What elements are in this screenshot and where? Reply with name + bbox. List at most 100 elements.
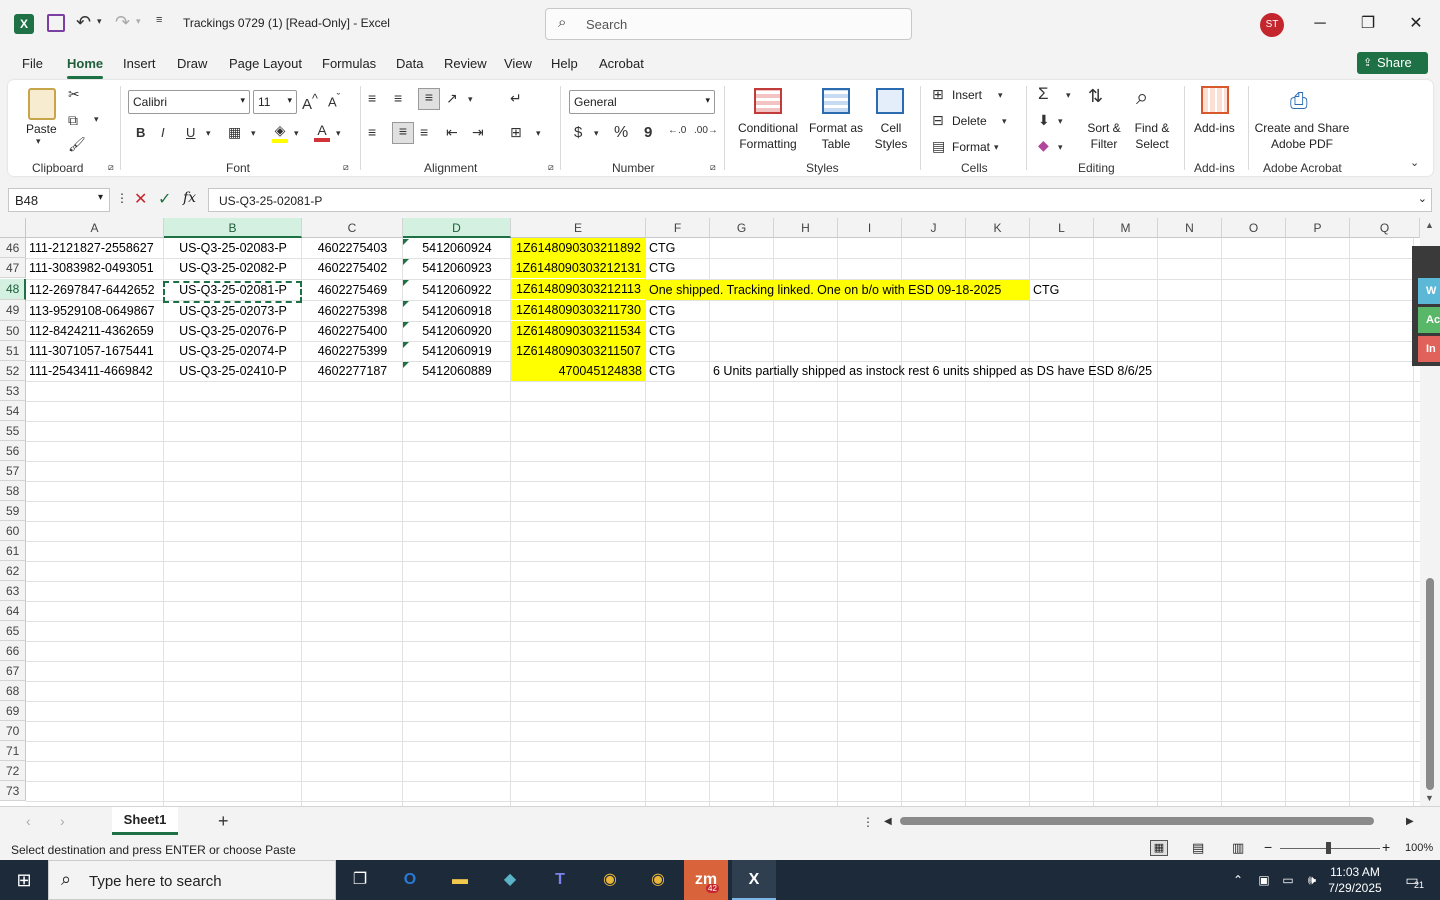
format-as-table-icon[interactable] bbox=[822, 88, 850, 114]
zoom-out-icon[interactable]: − bbox=[1264, 839, 1272, 855]
table-cell[interactable]: 4602275398 bbox=[302, 301, 403, 321]
table-cell[interactable]: 4602275399 bbox=[302, 341, 403, 361]
increase-indent-icon[interactable]: ⇥ bbox=[472, 124, 484, 141]
table-cell[interactable]: 111-3071057-1675441 bbox=[26, 341, 164, 361]
tab-acrobat[interactable]: Acrobat bbox=[599, 56, 644, 71]
row-header[interactable]: 50 bbox=[0, 321, 26, 341]
file-explorer-icon[interactable]: ▬ bbox=[440, 866, 480, 894]
column-header-l[interactable]: L bbox=[1030, 218, 1094, 238]
table-cell[interactable]: 5412060922 bbox=[403, 280, 511, 300]
merge-center-icon[interactable]: ⊞ bbox=[510, 124, 522, 141]
row-header[interactable]: 57 bbox=[0, 461, 26, 481]
adobe-pdf-icon[interactable]: ⎙ bbox=[1290, 88, 1308, 114]
windows-start-icon[interactable]: ⊞ bbox=[4, 866, 44, 894]
scroll-left-icon[interactable]: ◀ bbox=[884, 816, 892, 827]
table-cell[interactable]: 4602275403 bbox=[302, 238, 403, 258]
table-cell[interactable]: 113-9529108-0649867 bbox=[26, 301, 164, 321]
table-cell[interactable]: One shipped. Tracking linked. One on b/o… bbox=[646, 280, 1030, 300]
table-cell[interactable]: CTG bbox=[646, 258, 710, 278]
tab-view[interactable]: View bbox=[504, 56, 532, 71]
cell-styles-button[interactable]: Cell Styles bbox=[866, 120, 916, 152]
table-cell[interactable]: 5412060889 bbox=[403, 361, 511, 381]
align-middle-icon[interactable]: ≡ bbox=[394, 90, 402, 106]
confirm-entry-icon[interactable]: ✓ bbox=[158, 189, 171, 209]
worksheet-grid[interactable]: A B C D E F G H I J K L M N O P Q 46 111… bbox=[0, 218, 1420, 806]
increase-font-icon[interactable]: A^ bbox=[302, 92, 318, 113]
customize-toolbar-icon[interactable]: ≡ bbox=[156, 14, 162, 26]
percent-button[interactable]: % bbox=[614, 124, 628, 142]
paste-dropdown-icon[interactable]: ▾ bbox=[36, 136, 41, 147]
font-color-dropdown-icon[interactable]: ▾ bbox=[336, 128, 341, 139]
side-panel-tab[interactable]: Ac bbox=[1418, 307, 1440, 333]
undo-icon[interactable]: ↶ bbox=[76, 12, 91, 33]
column-header-m[interactable]: M bbox=[1094, 218, 1158, 238]
table-cell[interactable]: US-Q3-25-02083-P bbox=[164, 238, 302, 258]
underline-button[interactable]: U bbox=[186, 125, 195, 140]
insert-cells-button[interactable]: Insert bbox=[952, 87, 982, 103]
column-header-d[interactable]: D bbox=[403, 218, 511, 238]
table-cell[interactable]: 6 Units partially shipped as instock res… bbox=[710, 361, 1210, 381]
align-center-icon[interactable]: ≡ bbox=[392, 122, 414, 144]
add-ins-button[interactable]: Add-ins bbox=[1194, 120, 1235, 136]
table-cell[interactable]: 5412060924 bbox=[403, 238, 511, 258]
row-header[interactable]: 61 bbox=[0, 541, 26, 561]
copy-dropdown-icon[interactable]: ▾ bbox=[94, 114, 99, 125]
align-bottom-icon[interactable]: ≡ bbox=[418, 88, 440, 110]
expand-formula-icon[interactable]: ⌄ bbox=[1418, 192, 1427, 205]
zoom-level[interactable]: 100% bbox=[1405, 842, 1433, 854]
zoom-in-icon[interactable]: + bbox=[1382, 839, 1390, 855]
copy-icon[interactable]: ⧉ bbox=[68, 112, 78, 129]
table-cell[interactable]: 4602275469 bbox=[302, 280, 403, 300]
table-cell[interactable]: 4602277187 bbox=[302, 361, 403, 381]
create-share-pdf-button[interactable]: Create and Share Adobe PDF bbox=[1254, 120, 1350, 152]
add-ins-icon[interactable] bbox=[1201, 86, 1229, 114]
row-header[interactable]: 49 bbox=[0, 300, 26, 321]
table-cell[interactable]: 4602275400 bbox=[302, 321, 403, 341]
row-header[interactable]: 51 bbox=[0, 341, 26, 361]
table-cell[interactable]: 1Z6148090303212131 bbox=[511, 258, 646, 278]
scroll-up-icon[interactable]: ▲ bbox=[1425, 220, 1434, 230]
decrease-indent-icon[interactable]: ⇤ bbox=[446, 124, 458, 141]
fill-color-dropdown-icon[interactable]: ▾ bbox=[294, 128, 299, 139]
decrease-decimal-icon[interactable]: .00→ bbox=[694, 125, 718, 136]
align-top-icon[interactable]: ≡ bbox=[368, 90, 376, 106]
scroll-right-icon[interactable]: ▶ bbox=[1406, 816, 1414, 827]
find-select-button[interactable]: Find & Select bbox=[1128, 120, 1176, 152]
align-left-icon[interactable]: ≡ bbox=[368, 124, 376, 140]
table-cell[interactable]: 1Z6148090303212113 bbox=[511, 279, 646, 299]
currency-dropdown-icon[interactable]: ▾ bbox=[594, 128, 599, 139]
row-header[interactable]: 64 bbox=[0, 601, 26, 621]
align-right-icon[interactable]: ≡ bbox=[420, 124, 428, 140]
row-header[interactable]: 60 bbox=[0, 521, 26, 541]
avatar[interactable]: ST bbox=[1260, 13, 1284, 37]
tab-home[interactable]: Home bbox=[67, 56, 104, 79]
next-sheet-icon[interactable]: › bbox=[60, 813, 65, 829]
outlook-icon[interactable]: O bbox=[390, 866, 430, 894]
tab-page-layout[interactable]: Page Layout bbox=[229, 56, 302, 71]
table-cell[interactable]: 1Z6148090303211507 bbox=[511, 341, 646, 361]
column-header-h[interactable]: H bbox=[774, 218, 838, 238]
page-break-view-icon[interactable]: ▥ bbox=[1232, 840, 1244, 856]
paste-icon[interactable] bbox=[28, 88, 56, 120]
table-cell[interactable]: CTG bbox=[646, 301, 710, 321]
taskbar-clock[interactable]: 11:03 AM 7/29/2025 bbox=[1322, 864, 1388, 896]
table-cell[interactable]: 111-3083982-0493051 bbox=[26, 258, 164, 278]
borders-icon[interactable]: ▦ bbox=[228, 124, 241, 141]
format-painter-icon[interactable]: 🖌 bbox=[68, 136, 86, 153]
teams-icon[interactable]: T bbox=[540, 866, 580, 894]
insert-dropdown-icon[interactable]: ▾ bbox=[998, 90, 1003, 101]
row-header[interactable]: 47 bbox=[0, 258, 26, 278]
insert-function-icon[interactable]: fx bbox=[183, 190, 196, 206]
table-cell[interactable]: US-Q3-25-02074-P bbox=[164, 341, 302, 361]
row-header[interactable]: 52 bbox=[0, 361, 26, 381]
side-panel-tab[interactable]: In bbox=[1418, 336, 1440, 362]
excel-taskbar-icon[interactable]: X bbox=[732, 860, 776, 900]
format-cells-button[interactable]: Format bbox=[952, 139, 990, 155]
format-as-table-button[interactable]: Format as Table bbox=[806, 120, 866, 152]
sheet-tab-sheet1[interactable]: Sheet1 bbox=[112, 807, 178, 835]
save-icon[interactable] bbox=[47, 14, 65, 32]
chrome-icon[interactable]: ◉ bbox=[638, 866, 678, 894]
delete-dropdown-icon[interactable]: ▾ bbox=[1002, 116, 1007, 127]
more-icon[interactable]: ⋮ bbox=[116, 191, 128, 205]
column-header-i[interactable]: I bbox=[838, 218, 902, 238]
